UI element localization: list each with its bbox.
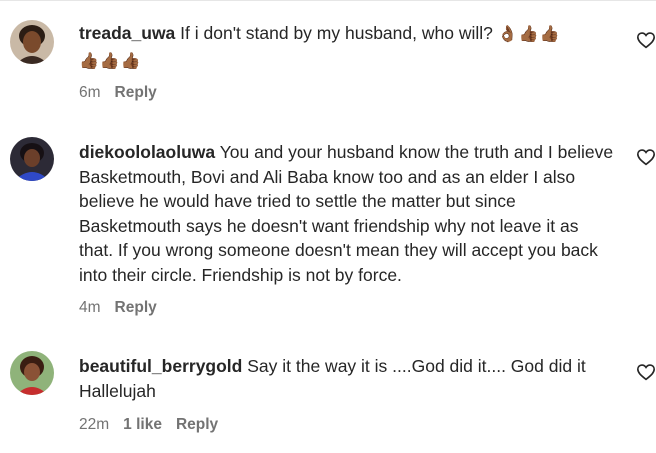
heart-outline-icon[interactable]	[636, 148, 656, 166]
heart-outline-icon[interactable]	[636, 363, 656, 381]
comment-username[interactable]: beautiful_berrygold	[79, 356, 242, 376]
comment-time[interactable]: 22m	[79, 416, 109, 433]
avatar[interactable]	[10, 137, 54, 181]
comment-text: If i don't stand by my husband, who will…	[180, 23, 493, 43]
comment-body: diekoololaoluwa You and your husband kno…	[79, 140, 617, 287]
avatar[interactable]	[10, 20, 54, 64]
comment-body: treada_uwa If i don't stand by my husban…	[79, 21, 617, 74]
comment-time[interactable]: 4m	[79, 299, 101, 316]
comment-meta: 22m 1 like Reply	[79, 416, 232, 434]
comment-username[interactable]: treada_uwa	[79, 23, 175, 43]
comment-meta: 6m Reply	[79, 84, 171, 102]
avatar[interactable]	[10, 351, 54, 395]
reply-button[interactable]: Reply	[115, 299, 157, 316]
comment-time[interactable]: 6m	[79, 84, 101, 101]
likes-count[interactable]: 1 like	[123, 416, 162, 433]
comment-username[interactable]: diekoololaoluwa	[79, 142, 215, 162]
comment-body: beautiful_berrygold Say it the way it is…	[79, 354, 617, 403]
comment-text: You and your husband know the truth and …	[79, 142, 614, 285]
comment-emojis: 👍🏾👍🏾👍🏾	[79, 52, 142, 70]
reply-button[interactable]: Reply	[176, 416, 218, 433]
top-divider	[0, 0, 656, 1]
comment-emojis: 👌🏾👍🏾👍🏾	[497, 26, 561, 43]
reply-button[interactable]: Reply	[115, 84, 157, 101]
heart-outline-icon[interactable]	[636, 31, 656, 49]
comment-meta: 4m Reply	[79, 299, 171, 317]
